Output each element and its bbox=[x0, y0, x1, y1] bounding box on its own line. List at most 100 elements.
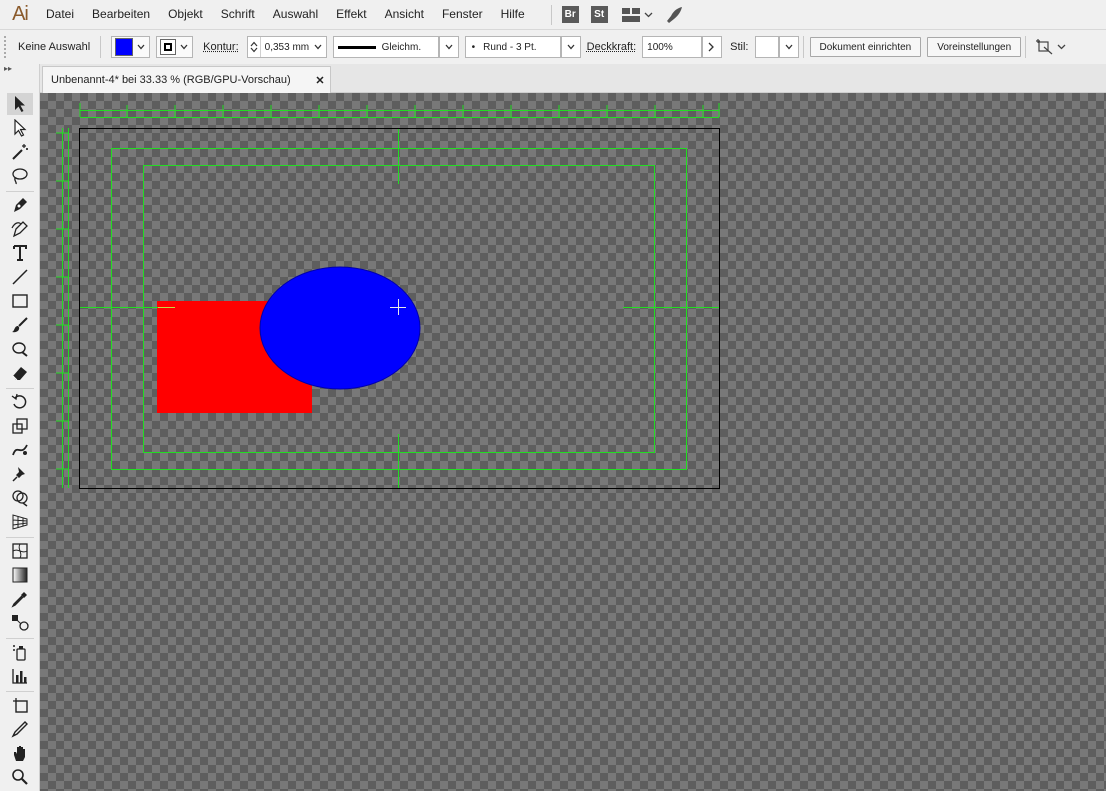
gradient-tool[interactable] bbox=[7, 564, 33, 586]
scale-tool[interactable] bbox=[7, 415, 33, 437]
menu-datei[interactable]: Datei bbox=[40, 0, 84, 29]
eyedropper-tool[interactable] bbox=[7, 588, 33, 610]
control-separator bbox=[100, 36, 102, 58]
shape-builder-tool[interactable] bbox=[7, 487, 33, 509]
menu-fenster[interactable]: Fenster bbox=[434, 0, 493, 29]
transform-icon bbox=[1036, 39, 1053, 55]
zoom-magnifier-icon bbox=[12, 769, 28, 785]
style-swatch[interactable] bbox=[754, 36, 779, 58]
workspace-layout-icon bbox=[621, 7, 640, 22]
document-tab-strip: Unbenannt-4* bei 33.33 % (RGB/GPU-Vorsch… bbox=[40, 64, 1106, 93]
puppet-warp-tool[interactable] bbox=[7, 439, 33, 461]
pin-icon bbox=[12, 467, 25, 482]
preferences-button[interactable]: Voreinstellungen bbox=[927, 37, 1022, 57]
symbol-sprayer-tool[interactable] bbox=[7, 641, 33, 663]
perspective-grid-tool[interactable] bbox=[7, 511, 33, 533]
document-tab-title[interactable]: Unbenannt-4* bei 33.33 % (RGB/GPU-Vorsch… bbox=[43, 74, 310, 86]
app-logo: Ai bbox=[12, 3, 29, 25]
panel-grip[interactable] bbox=[4, 36, 12, 58]
eyedropper-icon bbox=[11, 592, 27, 608]
blue-ellipse[interactable] bbox=[259, 266, 421, 390]
stroke-profile-dropdown[interactable]: Gleichm. bbox=[332, 36, 439, 58]
opacity-field[interactable]: 100% bbox=[642, 36, 703, 58]
chevron-down-icon bbox=[445, 44, 453, 50]
hand-icon bbox=[14, 746, 25, 761]
stroke-label[interactable]: Kontur: bbox=[203, 41, 238, 53]
stroke-weight-stepper[interactable] bbox=[248, 37, 261, 57]
rectangle-tool[interactable] bbox=[7, 290, 33, 312]
selection-tool[interactable] bbox=[7, 93, 33, 115]
opacity-chevron[interactable] bbox=[702, 36, 723, 58]
artboard-tool[interactable] bbox=[7, 694, 33, 716]
fill-swatch[interactable] bbox=[111, 36, 151, 58]
stroke-weight-value[interactable]: 0,353 mm bbox=[261, 42, 313, 53]
slice-knife-icon bbox=[11, 721, 28, 738]
document-tab[interactable]: Unbenannt-4* bei 33.33 % (RGB/GPU-Vorsch… bbox=[42, 66, 331, 93]
opacity-value[interactable]: 100% bbox=[647, 42, 673, 53]
menu-effekt[interactable]: Effekt bbox=[328, 0, 376, 29]
gradient-icon bbox=[12, 567, 28, 583]
chevron-right-icon bbox=[708, 42, 715, 52]
top-ruler-line bbox=[80, 110, 719, 118]
tools-collapse-button[interactable]: ▸▸ bbox=[0, 64, 39, 74]
chevron-down-icon bbox=[644, 12, 653, 17]
shape-builder-icon bbox=[12, 490, 28, 507]
type-tool[interactable] bbox=[7, 242, 33, 264]
workspace-switcher[interactable] bbox=[621, 7, 653, 22]
bridge-button[interactable]: Br bbox=[561, 6, 579, 23]
share-rocket-button[interactable] bbox=[665, 6, 683, 23]
direct-selection-tool[interactable] bbox=[7, 117, 33, 139]
column-graph-icon bbox=[12, 669, 27, 684]
document-setup-button[interactable]: Dokument einrichten bbox=[809, 37, 922, 57]
lasso-icon bbox=[12, 168, 28, 185]
scale-icon bbox=[12, 418, 28, 434]
paintbrush-tool[interactable] bbox=[7, 314, 33, 336]
slice-tool[interactable] bbox=[7, 718, 33, 740]
stroke-weight-field[interactable]: 0,353 mm bbox=[246, 36, 327, 58]
menu-hilfe[interactable]: Hilfe bbox=[493, 0, 535, 29]
lasso-tool[interactable] bbox=[7, 165, 33, 187]
stroke-swatch[interactable] bbox=[156, 36, 194, 58]
left-ruler-line bbox=[62, 128, 69, 488]
opacity-label[interactable]: Deckkraft: bbox=[587, 41, 637, 53]
line-tool[interactable] bbox=[7, 266, 33, 288]
shaper-icon bbox=[12, 342, 28, 357]
hand-tool[interactable] bbox=[7, 742, 33, 764]
close-icon[interactable]: ✕ bbox=[310, 74, 330, 87]
mesh-tool[interactable] bbox=[7, 540, 33, 562]
rotate-tool[interactable] bbox=[7, 391, 33, 413]
column-graph-tool[interactable] bbox=[7, 665, 33, 687]
toolbar-separator bbox=[6, 638, 34, 639]
control-separator bbox=[802, 36, 804, 58]
shaper-tool[interactable] bbox=[7, 338, 33, 360]
tools-panel: ▸▸ bbox=[0, 64, 40, 791]
menu-ansicht[interactable]: Ansicht bbox=[377, 0, 434, 29]
pen-tool[interactable] bbox=[7, 194, 33, 216]
magic-wand-tool[interactable] bbox=[7, 141, 33, 163]
canvas-area[interactable] bbox=[40, 93, 1106, 791]
chevron-down-icon[interactable] bbox=[313, 42, 323, 52]
style-chevron[interactable] bbox=[778, 36, 799, 58]
menu-bearbeiten[interactable]: Bearbeiten bbox=[84, 0, 160, 29]
menu-schrift[interactable]: Schrift bbox=[213, 0, 265, 29]
selection-status: Keine Auswahl bbox=[18, 41, 91, 53]
brush-dropdown[interactable]: • Rund - 3 Pt. bbox=[464, 36, 561, 58]
stroke-color-swatch bbox=[160, 39, 177, 55]
chevron-down-icon bbox=[1057, 44, 1066, 50]
menu-auswahl[interactable]: Auswahl bbox=[265, 0, 328, 29]
brush-chevron[interactable] bbox=[560, 36, 581, 58]
stock-button[interactable]: St bbox=[590, 6, 608, 23]
rotate-icon bbox=[11, 393, 27, 409]
stroke-profile-chevron[interactable] bbox=[438, 36, 459, 58]
pin-tool[interactable] bbox=[7, 463, 33, 485]
menu-separator bbox=[550, 4, 552, 25]
eraser-tool[interactable] bbox=[7, 362, 33, 384]
zoom-tool[interactable] bbox=[7, 766, 33, 788]
blend-tool[interactable] bbox=[7, 612, 33, 634]
direct-selection-arrow-icon bbox=[14, 119, 27, 137]
brush-value: Rund - 3 Pt. bbox=[483, 41, 537, 53]
rectangle-icon bbox=[12, 294, 28, 308]
curvature-tool[interactable] bbox=[7, 218, 33, 240]
menu-objekt[interactable]: Objekt bbox=[160, 0, 213, 29]
arrange-options-button[interactable] bbox=[1036, 39, 1066, 55]
